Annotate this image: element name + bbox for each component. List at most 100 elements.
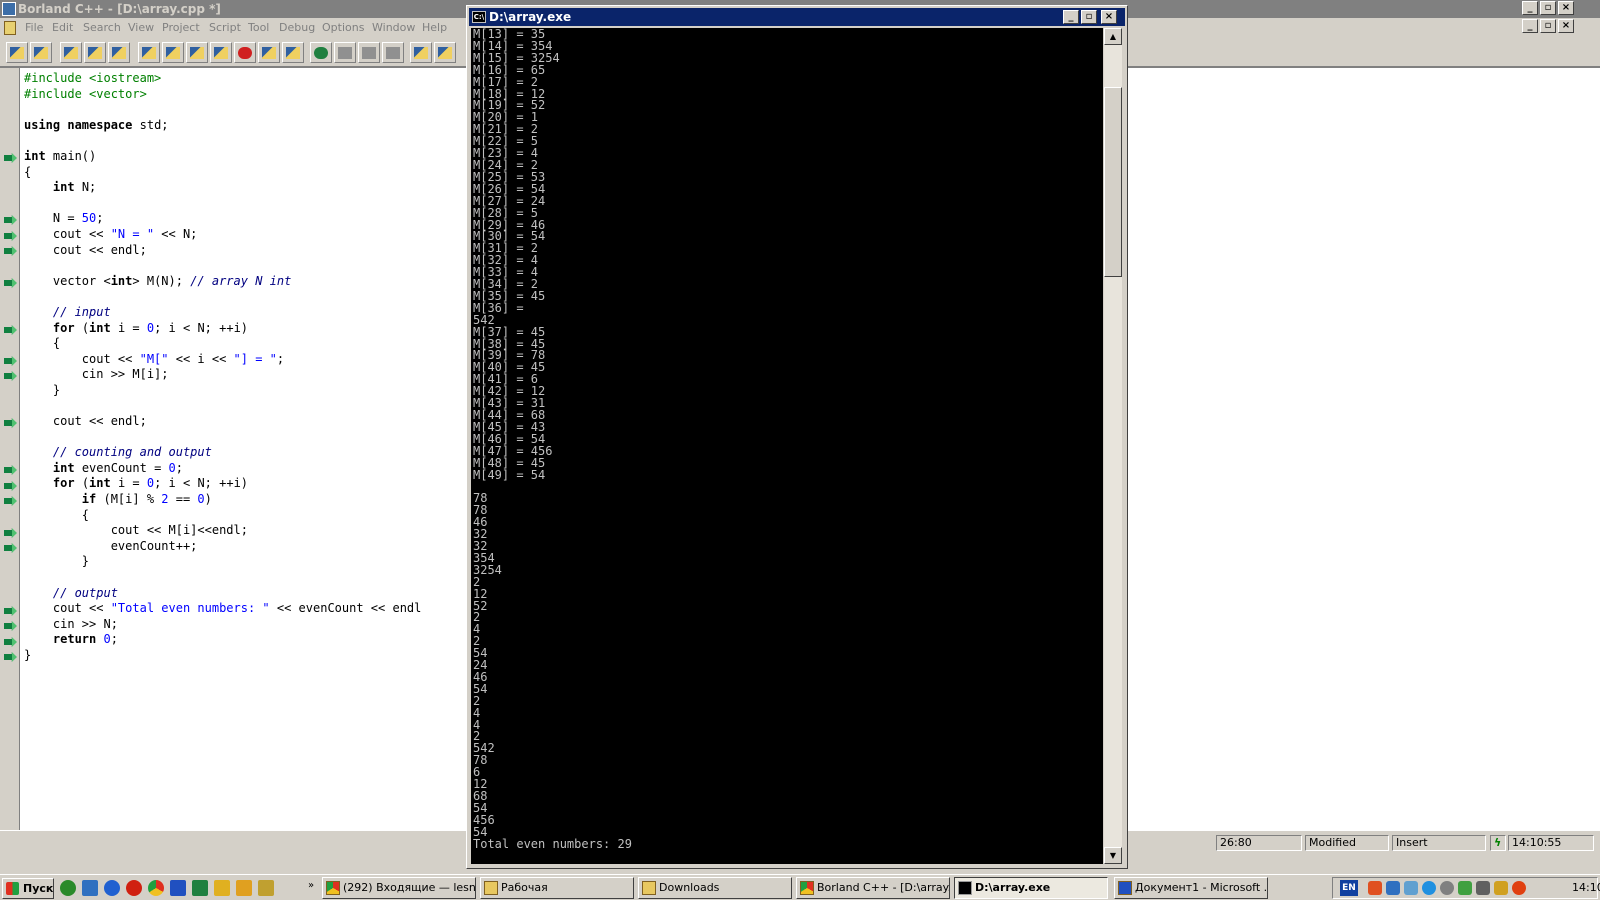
executable-line-marker-icon[interactable]	[4, 481, 17, 491]
code-line[interactable]: cout << endl;	[24, 243, 147, 257]
code-line[interactable]: int evenCount = 0;	[24, 461, 183, 475]
taskbar-button-folder-downloads[interactable]: Downloads	[638, 877, 792, 899]
code-line[interactable]: cout << endl;	[24, 414, 147, 428]
console-minimize-button[interactable]: _	[1063, 10, 1079, 24]
menu-file[interactable]: File	[25, 21, 43, 34]
console-close-button[interactable]: ×	[1101, 10, 1117, 24]
code-line[interactable]: if (M[i] % 2 == 0)	[24, 492, 212, 506]
trace-icon[interactable]	[282, 42, 304, 63]
taskbar-button-browser[interactable]: (292) Входящие — lesn...	[322, 877, 476, 899]
save-icon[interactable]	[60, 42, 82, 63]
scroll-down-arrow-icon[interactable]: ▼	[1104, 847, 1122, 864]
mdi-restore-button[interactable]: ▫	[1540, 19, 1556, 33]
code-line[interactable]: // output	[24, 586, 118, 600]
paste-icon[interactable]	[382, 42, 404, 63]
menu-debug[interactable]: Debug	[279, 21, 315, 34]
mdi-minimize-button[interactable]: _	[1522, 19, 1538, 33]
tray-alert-icon[interactable]	[1512, 881, 1526, 895]
taskbar-button-console[interactable]: D:\array.exe	[954, 877, 1108, 899]
executable-line-marker-icon[interactable]	[4, 278, 17, 288]
executable-line-marker-icon[interactable]	[4, 621, 17, 631]
menu-project[interactable]: Project	[162, 21, 200, 34]
copy-icon[interactable]	[358, 42, 380, 63]
restore-button[interactable]: ▫	[1540, 1, 1556, 15]
executable-line-marker-icon[interactable]	[4, 637, 17, 647]
find-icon[interactable]	[410, 42, 432, 63]
console-title-bar[interactable]: C:\ D:\array.exe _ ▫ ×	[469, 8, 1125, 26]
executable-line-marker-icon[interactable]	[4, 246, 17, 256]
code-line[interactable]: cout << "N = " << N;	[24, 227, 198, 241]
executable-line-marker-icon[interactable]	[4, 496, 17, 506]
mdi-close-button[interactable]: ×	[1558, 19, 1574, 33]
code-line[interactable]: cout << M[i]<<endl;	[24, 523, 248, 537]
tray-skype-icon[interactable]	[1422, 881, 1436, 895]
tray-device-icon[interactable]	[1476, 881, 1490, 895]
code-line[interactable]: {	[24, 508, 89, 522]
quicklaunch-excel-icon[interactable]	[192, 880, 208, 896]
undo-icon[interactable]	[310, 42, 332, 63]
new-file-icon[interactable]	[6, 42, 28, 63]
quicklaunch-word-icon[interactable]	[170, 880, 186, 896]
tray-monitor-icon[interactable]	[1404, 881, 1418, 895]
minimize-button[interactable]: _	[1522, 1, 1538, 15]
close-button[interactable]: ×	[1558, 1, 1574, 15]
code-line[interactable]: }	[24, 383, 60, 397]
code-line[interactable]: int main()	[24, 149, 96, 163]
executable-line-marker-icon[interactable]	[4, 325, 17, 335]
code-line[interactable]: cin >> M[i];	[24, 367, 169, 381]
console-window[interactable]: C:\ D:\array.exe _ ▫ × M[13] = 35 M[14] …	[466, 5, 1128, 869]
code-line[interactable]: return 0;	[24, 632, 118, 646]
compile-icon[interactable]	[138, 42, 160, 63]
console-restore-button[interactable]: ▫	[1081, 10, 1097, 24]
quicklaunch-tool-icon[interactable]	[236, 880, 252, 896]
executable-line-marker-icon[interactable]	[4, 543, 17, 553]
stop-icon[interactable]	[234, 42, 256, 63]
tray-volume-icon[interactable]	[1440, 881, 1454, 895]
quicklaunch-app-icon[interactable]	[214, 880, 230, 896]
tray-security-icon[interactable]	[1494, 881, 1508, 895]
cut-icon[interactable]	[334, 42, 356, 63]
executable-line-marker-icon[interactable]	[4, 215, 17, 225]
menu-tool[interactable]: Tool	[248, 21, 269, 34]
console-vertical-scrollbar[interactable]: ▲ ▼	[1104, 28, 1122, 864]
build-icon[interactable]	[186, 42, 208, 63]
code-line[interactable]: }	[24, 648, 31, 662]
replace-icon[interactable]	[434, 42, 456, 63]
quicklaunch-chrome-icon[interactable]	[148, 880, 164, 896]
tray-nvidia-icon[interactable]	[1458, 881, 1472, 895]
quicklaunch-more-chevron-icon[interactable]: »	[308, 880, 314, 891]
executable-line-marker-icon[interactable]	[4, 153, 17, 163]
quicklaunch-misc-icon[interactable]	[258, 880, 274, 896]
code-line[interactable]: evenCount++;	[24, 539, 198, 553]
code-line[interactable]: cout << "Total even numbers: " << evenCo…	[24, 601, 421, 615]
code-line[interactable]: using namespace std;	[24, 118, 169, 132]
executable-line-marker-icon[interactable]	[4, 528, 17, 538]
code-line[interactable]: }	[24, 554, 89, 568]
code-line[interactable]: // input	[24, 305, 111, 319]
tray-app-icon[interactable]	[1368, 881, 1382, 895]
executable-line-marker-icon[interactable]	[4, 371, 17, 381]
run-icon[interactable]	[210, 42, 232, 63]
menu-options[interactable]: Options	[322, 21, 364, 34]
project-icon[interactable]	[108, 42, 130, 63]
step-icon[interactable]	[258, 42, 280, 63]
executable-line-marker-icon[interactable]	[4, 231, 17, 241]
executable-line-marker-icon[interactable]	[4, 465, 17, 475]
code-line[interactable]: int N;	[24, 180, 96, 194]
executable-line-marker-icon[interactable]	[4, 418, 17, 428]
console-output-area[interactable]: M[13] = 35 M[14] = 354 M[15] = 3254 M[16…	[471, 28, 1103, 864]
taskbar-button-folder-rabochaya[interactable]: Рабочая	[480, 877, 634, 899]
code-line[interactable]: // counting and output	[24, 445, 212, 459]
code-line[interactable]: {	[24, 336, 60, 350]
quicklaunch-opera-icon[interactable]	[126, 880, 142, 896]
code-line[interactable]: #include <iostream>	[24, 71, 161, 85]
tray-network-icon[interactable]	[1386, 881, 1400, 895]
code-line[interactable]: #include <vector>	[24, 87, 147, 101]
menu-view[interactable]: View	[128, 21, 154, 34]
menu-script[interactable]: Script	[209, 21, 241, 34]
quicklaunch-ie-icon[interactable]	[82, 880, 98, 896]
source-code[interactable]: #include <iostream> #include <vector> us…	[24, 71, 421, 664]
code-line[interactable]: for (int i = 0; i < N; ++i)	[24, 321, 248, 335]
open-file-icon[interactable]	[30, 42, 52, 63]
menu-edit[interactable]: Edit	[52, 21, 73, 34]
